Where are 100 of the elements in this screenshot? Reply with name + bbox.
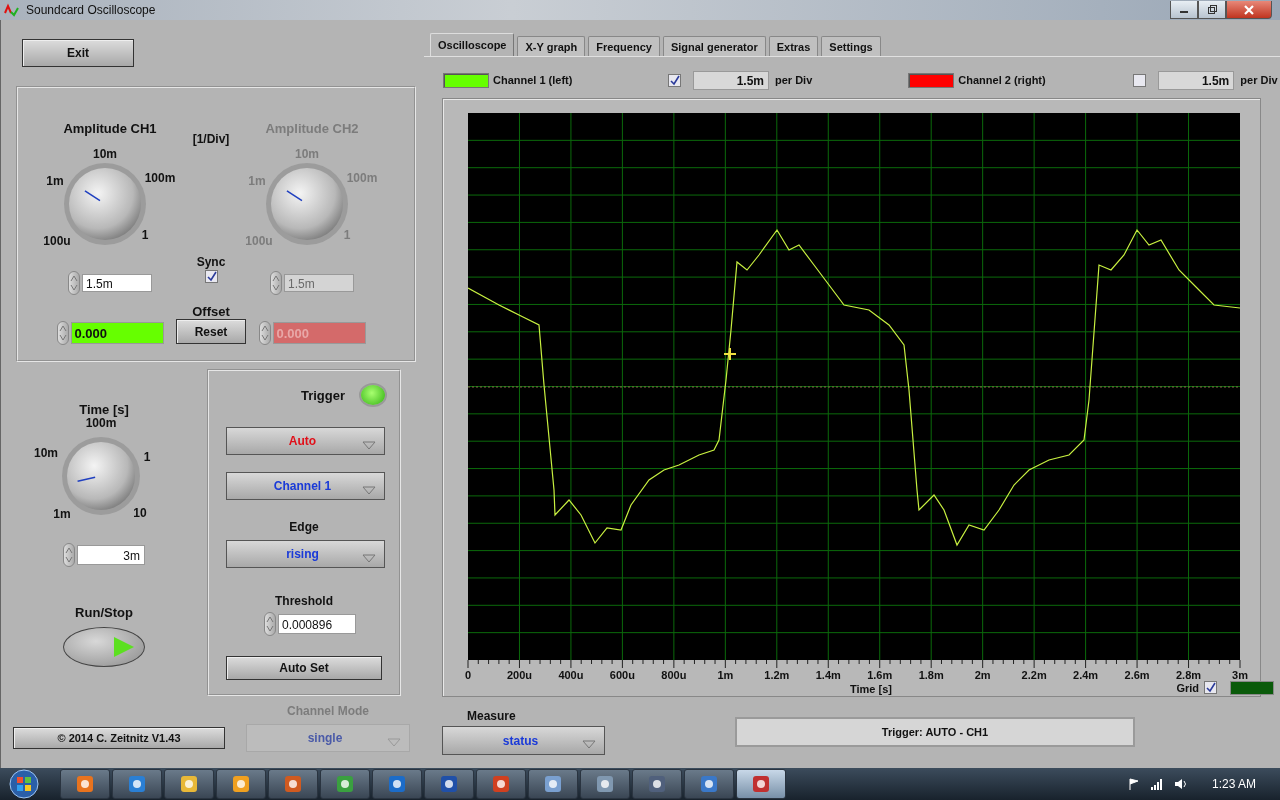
maximize-button[interactable] [1198, 1, 1226, 19]
axis-tick-label: 1.8m [918, 669, 944, 681]
tab[interactable]: Signal generator [662, 36, 766, 56]
speaker-icon[interactable] [1173, 778, 1188, 790]
taskbar-app-icon[interactable] [632, 769, 682, 799]
unit-label: per Div [775, 74, 813, 86]
caret-icon [362, 553, 376, 563]
knob-scale-label: 100m [144, 171, 176, 185]
channel-checkbox[interactable] [1133, 73, 1147, 87]
amplitude-field[interactable]: 1.5m [82, 274, 152, 292]
caret-icon [362, 440, 376, 450]
tab[interactable]: Frequency [588, 36, 660, 56]
close-button[interactable] [1226, 1, 1272, 19]
crosshair-icon[interactable] [723, 347, 737, 361]
taskbar-app-icon[interactable] [424, 769, 474, 799]
axis-tick-label: 1m [717, 669, 734, 681]
spinner-button[interactable] [56, 321, 69, 345]
axis-tick-label: 2.6m [1124, 669, 1150, 681]
taskbar-app-icon[interactable] [372, 769, 422, 799]
axis-tick-label: 400u [558, 669, 584, 681]
axis-tick-label: 2.8m [1176, 669, 1202, 681]
threshold-field[interactable]: 0.000896 [278, 614, 356, 634]
channel-checkbox[interactable] [668, 73, 681, 87]
tab[interactable]: Extras [768, 36, 819, 56]
unit-label: [1/Div] [191, 132, 231, 146]
axis-tick-label: 800u [661, 669, 687, 681]
time-field[interactable]: 3m [77, 545, 145, 565]
reset-button[interactable]: Reset [176, 319, 246, 344]
caret-icon [582, 740, 596, 749]
app-logo-icon [4, 3, 20, 17]
amplitude-field: 1.5m [284, 274, 354, 292]
channel-color-swatch[interactable] [443, 72, 489, 88]
channel-label: Channel 1 (left) [493, 74, 574, 86]
minimize-button[interactable] [1170, 1, 1198, 19]
knob-scale-label: 100m [85, 416, 117, 430]
edge-label: Edge [289, 520, 319, 534]
measure-label: Measure [467, 709, 516, 723]
taskbar-app-icon[interactable] [164, 769, 214, 799]
tab[interactable]: X-Y graph [517, 36, 586, 56]
taskbar-app-icon[interactable] [528, 769, 578, 799]
offset-label: Offset [191, 304, 231, 319]
grid-checkbox[interactable] [1204, 681, 1217, 694]
threshold-label: Threshold [275, 594, 333, 608]
taskbar-app-icon[interactable] [60, 769, 110, 799]
clock[interactable]: 1:23 AM [1211, 777, 1256, 791]
channel-mode-dropdown: single [246, 724, 410, 752]
axis-title: Time [s] [850, 683, 892, 695]
taskbar-app-icon[interactable] [684, 769, 734, 799]
auto-set-button[interactable]: Auto Set [226, 656, 382, 680]
restore-icon [1207, 4, 1217, 15]
edge-dropdown[interactable]: rising [226, 540, 385, 568]
knob-scale-label: 100m [346, 171, 378, 185]
axis-tick-label: 600u [609, 669, 635, 681]
taskbar-app-icon[interactable] [216, 769, 266, 799]
trigger-label: Trigger [300, 387, 345, 403]
taskbar-app-icon[interactable] [112, 769, 162, 799]
knob-scale-label: 10m [295, 147, 319, 161]
flag-icon[interactable] [1127, 778, 1140, 790]
spinner-button[interactable] [63, 543, 75, 567]
taskbar-app-icon[interactable] [476, 769, 526, 799]
knob-scale-label: 1m [248, 174, 266, 188]
spinner-button[interactable] [68, 271, 80, 295]
play-icon [112, 635, 136, 659]
knob-scale-label: 1m [53, 507, 71, 521]
axis-tick-label: 0 [464, 669, 472, 681]
scale-field[interactable]: 1.5m [1158, 70, 1235, 90]
axis-tick-label: 2m [974, 669, 991, 681]
sync-checkbox[interactable] [204, 270, 218, 283]
scale-field[interactable]: 1.5m [693, 70, 769, 90]
taskbar-app-icon[interactable] [736, 769, 786, 799]
knob-title: Amplitude CH2 [264, 120, 360, 136]
tab[interactable]: Settings [821, 36, 881, 56]
knob-scale-label: 1 [143, 450, 151, 464]
tab[interactable]: Oscilloscope [430, 33, 515, 56]
copyright-button[interactable]: © 2014 C. Zeitnitz V1.43 [13, 727, 225, 749]
channel-color-swatch[interactable] [908, 72, 955, 88]
signal-icon[interactable] [1149, 778, 1164, 790]
knob-title: Time [s] [79, 402, 129, 417]
exit-button[interactable]: Exit [22, 39, 134, 67]
status-display: Trigger: AUTO - CH1 [735, 717, 1135, 747]
spinner-button[interactable] [258, 321, 271, 345]
knob-scale-label: 10 [133, 506, 147, 520]
taskbar-app-icon[interactable] [268, 769, 318, 799]
unit-label: per Div [1240, 74, 1278, 86]
offset-field[interactable]: 0.000 [70, 322, 164, 344]
grid-color-swatch[interactable] [1230, 680, 1274, 695]
spinner-button[interactable] [270, 271, 282, 295]
window-title: Soundcard Oscilloscope [26, 3, 156, 17]
taskbar-app-icon[interactable] [320, 769, 370, 799]
axis-tick-label: 3m [1232, 669, 1248, 681]
knob-scale-label: 100u [245, 234, 273, 248]
knob-scale-label: 10m [93, 147, 117, 161]
sync-label: Sync [196, 255, 226, 269]
channel-mode-label: Channel Mode [287, 704, 369, 718]
knob-scale-label: 100u [43, 234, 71, 248]
measure-dropdown[interactable]: status [442, 726, 605, 755]
spinner-button[interactable] [264, 612, 276, 636]
taskbar-app-icon[interactable] [580, 769, 630, 799]
trigger-source-dropdown[interactable]: Channel 1 [226, 472, 385, 500]
knob-title: Amplitude CH1 [62, 120, 158, 136]
